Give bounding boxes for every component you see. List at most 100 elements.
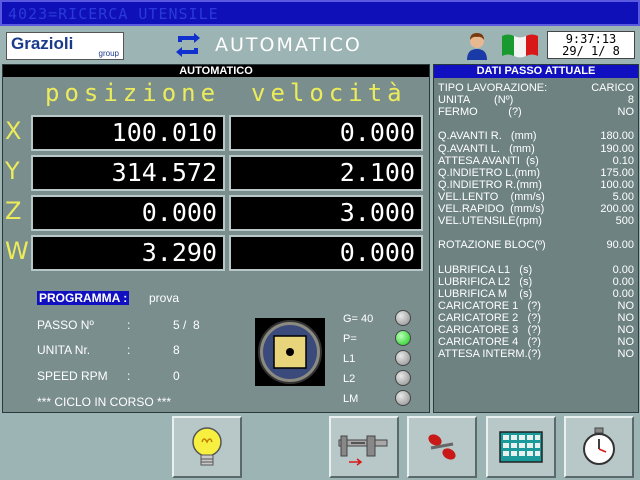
step-data-row bbox=[438, 227, 638, 239]
position-y: 314.572 bbox=[31, 155, 225, 191]
tools-icon bbox=[428, 434, 456, 460]
step-data-row: ATTESA AVANTI (s) 0.10 bbox=[438, 155, 638, 167]
step-data-value: 5.00 bbox=[612, 190, 634, 203]
step-data-row: LUBRIFICA M (s) 0.00 bbox=[438, 288, 638, 300]
cycle-status: *** CICLO IN CORSO *** bbox=[37, 395, 172, 409]
step-data-value: 100.00 bbox=[600, 178, 634, 191]
caliper-icon bbox=[338, 435, 388, 466]
step-data-label: FERMO (?) bbox=[438, 106, 522, 119]
speed-value: 0 bbox=[173, 369, 180, 383]
step-data-label: VEL.UTENSILE(rpm) bbox=[438, 215, 542, 228]
title-bar-text: 4023=RICERCA UTENSILE bbox=[8, 5, 219, 23]
step-data-label: VEL.RAPIDO (mm/s) bbox=[438, 203, 545, 215]
step-data-row: CARICATORE 4 (?) NO bbox=[438, 336, 638, 348]
italian-flag-icon[interactable] bbox=[500, 32, 540, 58]
axes-panel: AUTOMATICO posizione velocità X 100.010 … bbox=[2, 64, 430, 413]
axis-letter-x: X bbox=[5, 117, 22, 145]
step-data-value: 500 bbox=[615, 215, 634, 228]
lamp-button[interactable] bbox=[172, 416, 242, 478]
stopwatch-icon bbox=[583, 427, 615, 465]
timer-button[interactable] bbox=[564, 416, 634, 478]
step-data-row: Q.AVANTI R. (mm) 180.00 bbox=[438, 130, 638, 142]
step-data-value: NO bbox=[617, 336, 635, 349]
step-data-value: 0.00 bbox=[612, 263, 634, 276]
keypad-icon bbox=[499, 431, 543, 463]
measure-button[interactable] bbox=[329, 416, 399, 478]
speed-label: SPEED RPM bbox=[37, 369, 108, 383]
program-label[interactable]: PROGRAMMA : bbox=[37, 291, 130, 305]
position-header: posizione bbox=[45, 79, 221, 107]
step-data-row: Q.AVANTI L. (mm) 190.00 bbox=[438, 143, 638, 155]
indicator-p-label: P= bbox=[343, 333, 357, 345]
tool-head-icon bbox=[255, 318, 325, 386]
step-data-value: 190.00 bbox=[600, 142, 634, 155]
step-data-row: ROTAZIONE BLOC(º) 90.00 bbox=[438, 239, 638, 251]
unit-value: 8 bbox=[173, 343, 180, 357]
step-colon: : bbox=[127, 318, 131, 332]
step-data-value: NO bbox=[617, 299, 635, 312]
step-data-row: TIPO LAVORAZIONE: CARICO bbox=[438, 82, 638, 94]
step-data-value: NO bbox=[617, 106, 635, 119]
velocity-y: 2.100 bbox=[229, 155, 423, 191]
operator-icon[interactable] bbox=[463, 30, 491, 60]
step-data-row: VEL.LENTO (mm/s) 5.00 bbox=[438, 191, 638, 203]
step-data-label: TIPO LAVORAZIONE: bbox=[438, 82, 548, 94]
step-data-row bbox=[438, 118, 638, 130]
step-data-row: VEL.RAPIDO (mm/s) 200.00 bbox=[438, 203, 638, 215]
step-data-label: ATTESA AVANTI (s) bbox=[438, 154, 539, 167]
step-data-value: 90.00 bbox=[606, 239, 634, 252]
step-data-value: 0.10 bbox=[612, 154, 634, 167]
step-data-row: ATTESA INTERM.(?) NO bbox=[438, 348, 638, 360]
step-data-value: 8 bbox=[627, 94, 634, 107]
step-data-value: 175.00 bbox=[600, 166, 634, 179]
step-data-value: 180.00 bbox=[600, 130, 634, 143]
step-data-row: Q.INDIETRO L.(mm) 175.00 bbox=[438, 167, 638, 179]
axis-letter-z: Z bbox=[5, 197, 22, 225]
step-data-label: ATTESA INTERM.(?) bbox=[438, 348, 542, 361]
step-data-value: NO bbox=[617, 348, 635, 361]
step-data-value: 0.00 bbox=[612, 287, 634, 300]
indicator-g-led bbox=[395, 310, 411, 326]
step-label: PASSO Nº bbox=[37, 318, 94, 332]
step-data-value: 0.00 bbox=[612, 275, 634, 288]
speed-colon: : bbox=[127, 369, 131, 383]
step-data-label: LUBRIFICA M (s) bbox=[438, 287, 533, 300]
program-value: prova bbox=[149, 291, 180, 305]
cycle-arrows-icon[interactable] bbox=[172, 30, 204, 60]
logo-sub: group bbox=[98, 49, 119, 58]
step-data-label: CARICATORE 2 (?) bbox=[438, 311, 541, 324]
step-data-row: FERMO (?) NO bbox=[438, 106, 638, 118]
step-data-row: UNITA (Nº) 8 bbox=[438, 94, 638, 106]
clock-date: 29/ 1/ 8 bbox=[562, 44, 620, 58]
step-data-label: Q.INDIETRO R.(mm) bbox=[438, 178, 542, 191]
step-data-heading: DATI PASSO ATTUALE bbox=[434, 65, 638, 78]
step-data-row: CARICATORE 2 (?) NO bbox=[438, 312, 638, 324]
indicator-lm-led bbox=[395, 390, 411, 406]
indicator-l2-label: L2 bbox=[343, 373, 356, 385]
step-data-row: CARICATORE 1 (?) NO bbox=[438, 300, 638, 312]
step-data-row: VEL.UTENSILE(rpm) 500 bbox=[438, 215, 638, 227]
step-data-value: NO bbox=[617, 311, 635, 324]
indicator-lm-label: LM bbox=[343, 393, 359, 405]
velocity-w: 0.000 bbox=[229, 235, 423, 271]
maintenance-button[interactable] bbox=[407, 416, 477, 478]
step-data-value: NO bbox=[617, 324, 635, 336]
step-data-label: CARICATORE 3 (?) bbox=[438, 324, 541, 336]
position-x: 100.010 bbox=[31, 115, 225, 151]
step-data-row: Q.INDIETRO R.(mm) 100.00 bbox=[438, 179, 638, 191]
indicator-l2-led bbox=[395, 370, 411, 386]
clock: 9:37:13 29/ 1/ 8 bbox=[547, 31, 635, 59]
step-data-label: CARICATORE 4 (?) bbox=[438, 336, 541, 349]
company-logo: Grazioli group bbox=[6, 32, 124, 60]
keypad-button[interactable] bbox=[486, 416, 556, 478]
axis-letter-w: W bbox=[5, 237, 29, 265]
mode-title: AUTOMATICO bbox=[215, 34, 362, 56]
step-data-panel: DATI PASSO ATTUALE TIPO LAVORAZIONE: CARI… bbox=[433, 64, 639, 413]
step-data-label: Q.INDIETRO L.(mm) bbox=[438, 166, 541, 179]
position-z: 0.000 bbox=[31, 195, 225, 231]
position-w: 3.290 bbox=[31, 235, 225, 271]
indicator-l1-led bbox=[395, 350, 411, 366]
title-bar: 4023=RICERCA UTENSILE bbox=[0, 0, 640, 26]
step-data-label: Q.AVANTI R. (mm) bbox=[438, 130, 537, 143]
step-data-label: Q.AVANTI L. (mm) bbox=[438, 142, 535, 155]
